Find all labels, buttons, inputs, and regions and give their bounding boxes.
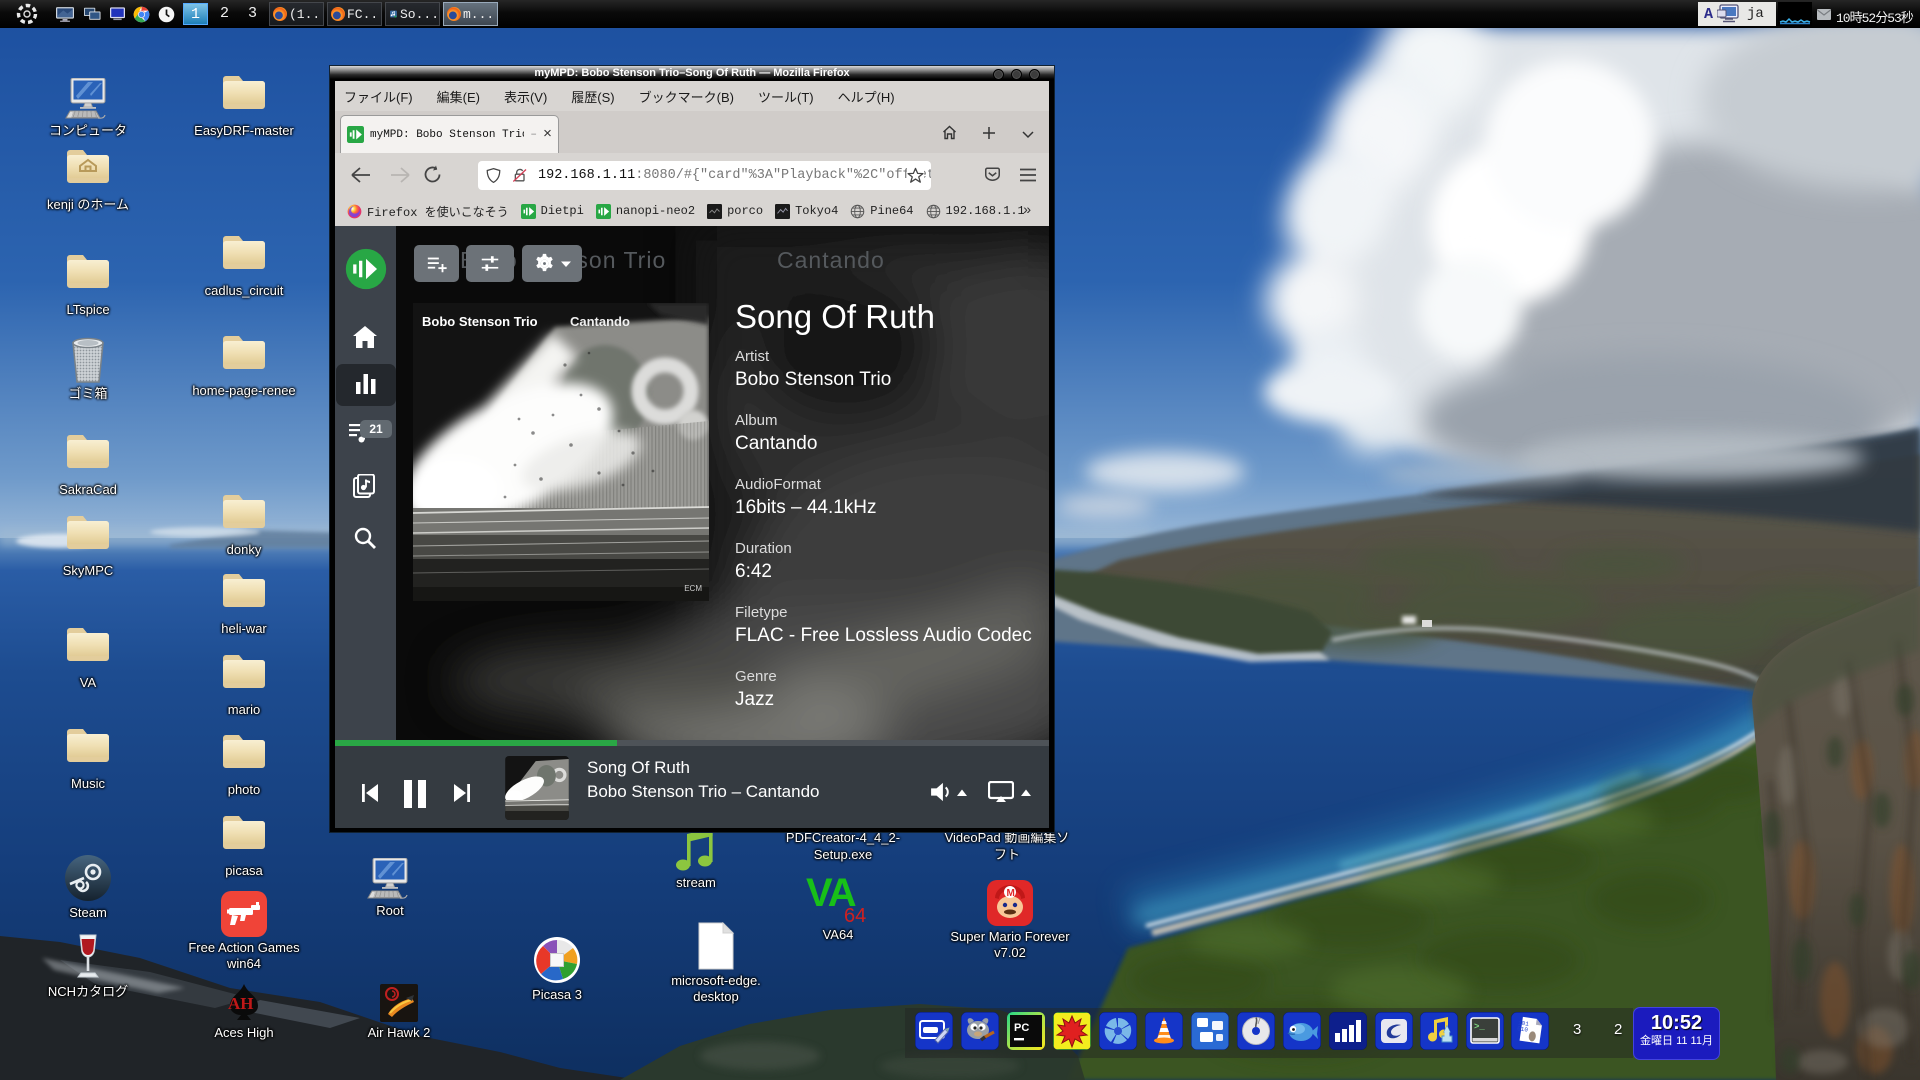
svg-text:PC: PC (1014, 1022, 1029, 1034)
svg-text:>_: >_ (1474, 1022, 1485, 1032)
svg-text:AH: AH (228, 994, 254, 1013)
svg-text:64: 64 (844, 905, 866, 924)
svg-text:M: M (1007, 888, 1015, 899)
